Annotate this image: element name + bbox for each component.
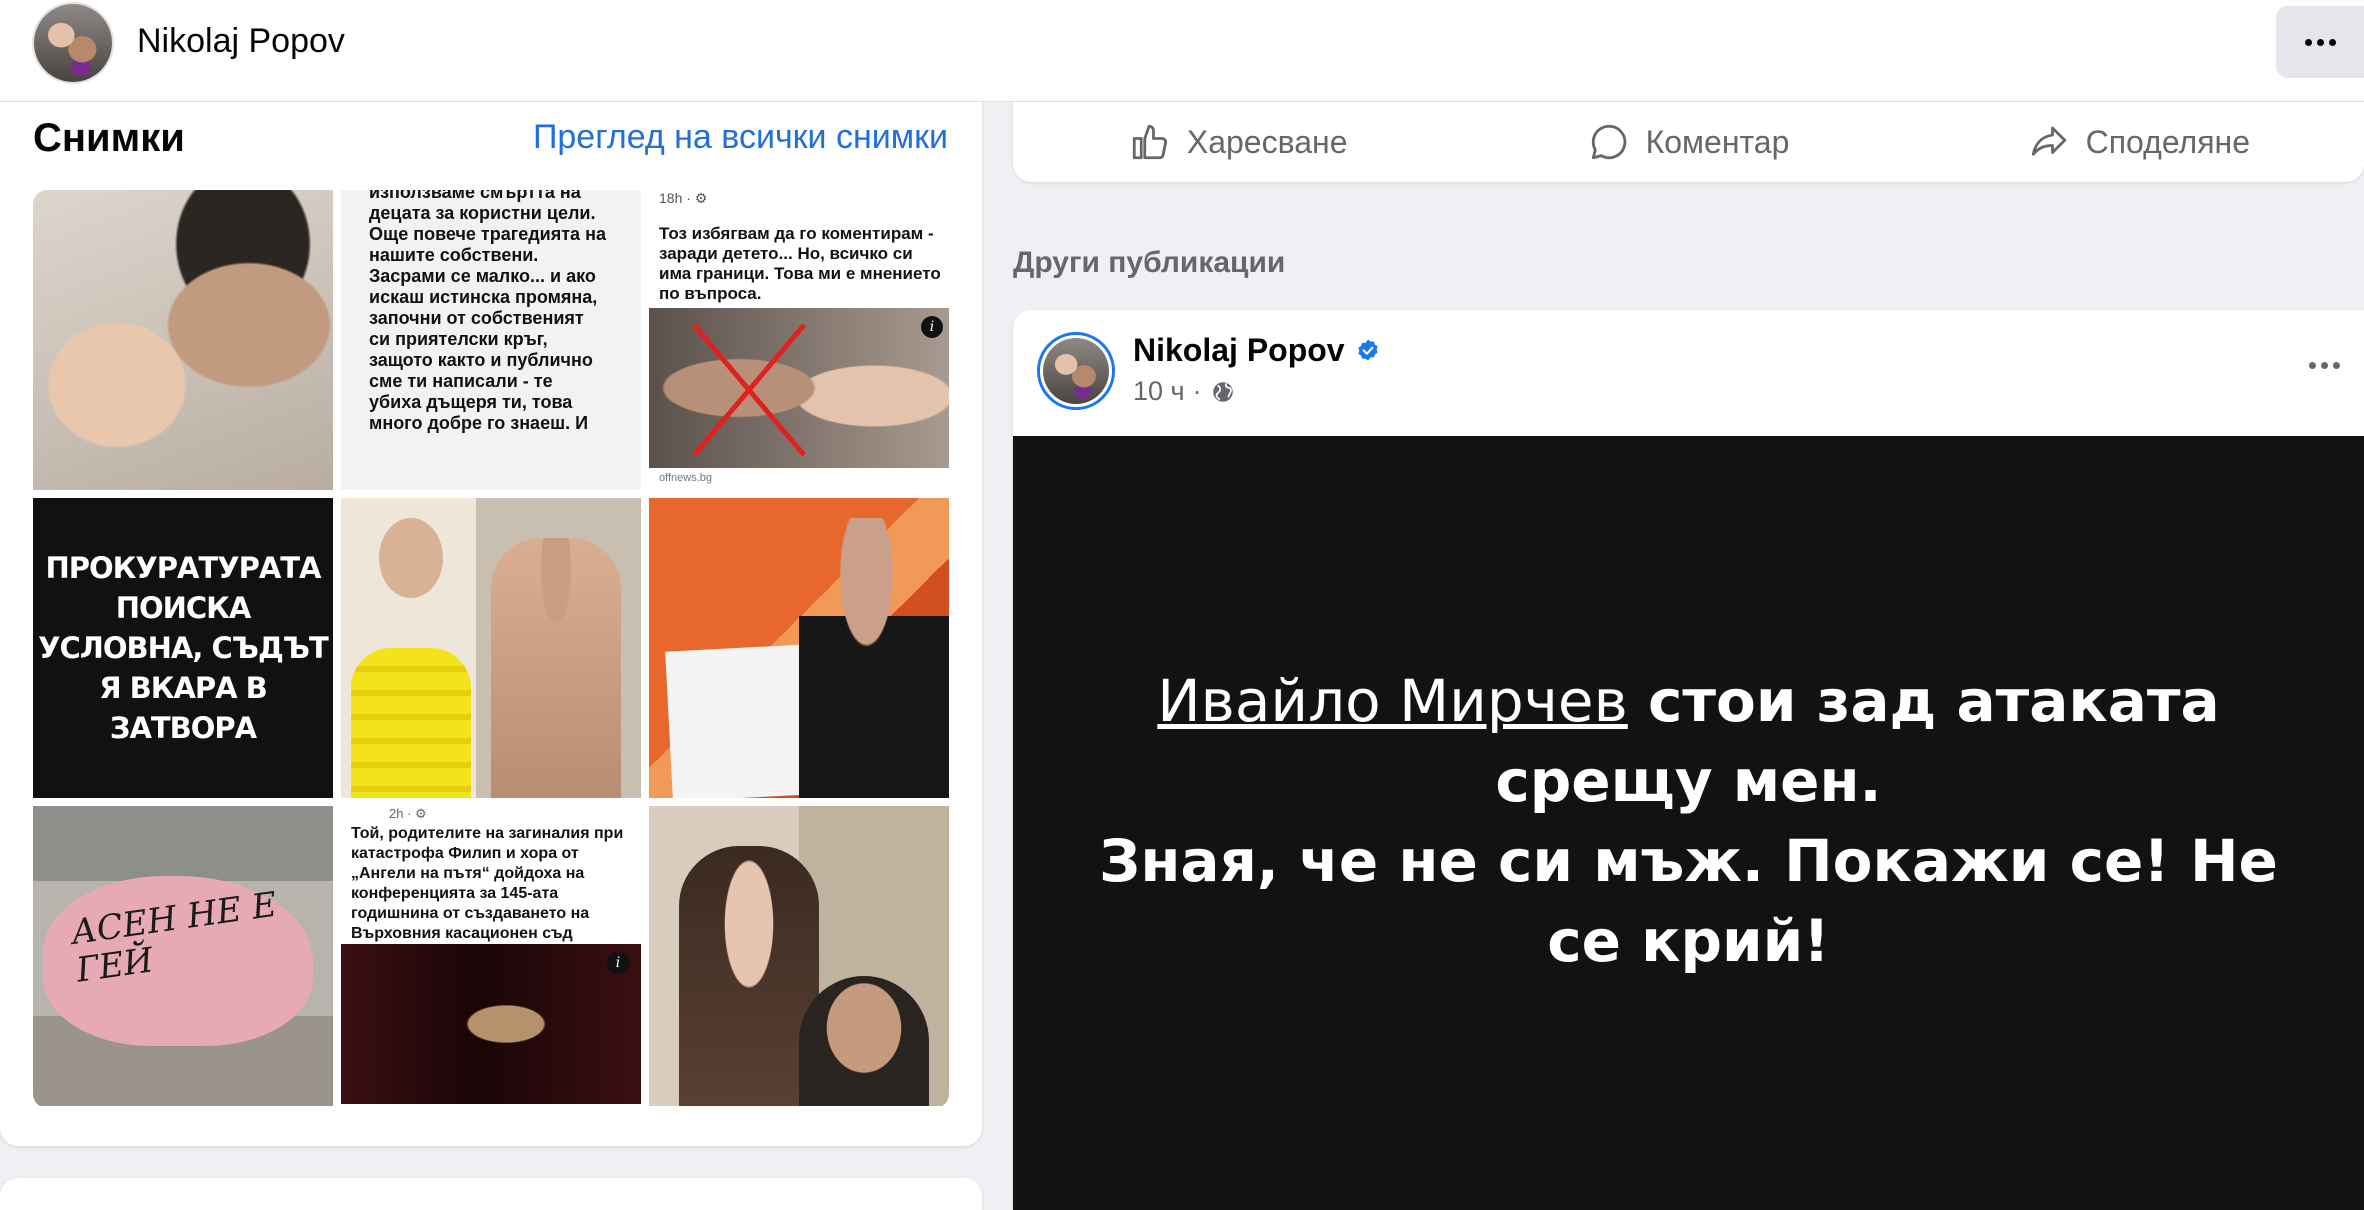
share-button[interactable]: Споделяне [1914,102,2364,182]
more-options-button[interactable] [2276,6,2364,78]
post-line-2: Зная, че не си мъж. Покажи се! Не се кри… [1099,827,2278,975]
see-all-photos-link[interactable]: Преглед на всички снимки [533,118,948,157]
more-horizontal-icon [2309,362,2340,369]
post-author: Nikolaj Popov [1133,332,1381,369]
more-horizontal-icon [2304,38,2336,46]
photo-source: offnews.bg [659,472,713,484]
photo-thumbnail[interactable]: АСЕН НЕ Е ГЕЙ [33,806,333,1106]
post-card: Nikolaj Popov 10 ч · Ивайло Мирчев стои … [1013,310,2364,1210]
globe-icon [1212,381,1233,402]
post-options-button[interactable] [2309,362,2340,369]
post-time[interactable]: 10 ч [1133,376,1185,407]
other-posts-label: Други публикации [1013,246,1286,279]
post-text-image[interactable]: Ивайло Мирчев стои зад атаката срещу мен… [1013,436,2364,1210]
photo-thumbnail[interactable] [341,498,641,798]
post-message: Ивайло Мирчев стои зад атаката срещу мен… [1053,661,2324,981]
profile-name[interactable]: Nikolaj Popov [137,22,345,61]
post-author-name[interactable]: Nikolaj Popov [1133,332,1345,369]
post-author-avatar[interactable] [1037,332,1115,410]
post-actions-bar: Харесване Коментар Споделяне [1013,102,2364,182]
photos-card: Снимки Преглед на всички снимки използва… [0,102,982,1146]
photo-thumbnail[interactable] [649,806,949,1106]
comment-label: Коментар [1645,123,1790,160]
post-meta: 10 ч · [1133,376,1236,407]
share-label: Споделяне [2085,123,2251,160]
like-button[interactable]: Харесване [1013,102,1463,182]
photo-thumbnail[interactable] [649,498,949,798]
profile-avatar[interactable] [32,2,114,84]
photo-thumbnail[interactable]: 2h · ⚙ Той, родителите на загиналия при … [341,806,641,1106]
next-card [0,1178,982,1210]
verified-badge-icon [1357,339,1378,361]
mention-link[interactable]: Ивайло Мирчев [1157,667,1628,735]
photo-thumbnail[interactable]: използваме смъртта на децата за користни… [341,190,641,490]
info-icon: i [921,316,943,338]
photo-thumbnail[interactable]: ПРОКУРАТУРАТА ПОИСКА УСЛОВНА, СЪДЪТ Я ВК… [33,498,333,798]
photo-headline-text: ПРОКУРАТУРАТА ПОИСКА УСЛОВНА, СЪДЪТ Я ВК… [38,551,329,745]
comment-button[interactable]: Коментар [1463,102,1913,182]
photo-screenshot-header: 18h · ⚙ [659,190,708,206]
photo-screenshot-text: използваме смъртта на децата за користни… [369,190,606,433]
red-cross-mark [692,323,806,457]
photo-grid: използваме смъртта на децата за користни… [33,190,949,1108]
photo-thumbnail[interactable]: 18h · ⚙ Тоз избягвам да го коментирам - … [649,190,949,490]
like-label: Харесване [1186,123,1348,160]
comment-icon [1591,124,1626,160]
photo-screenshot-text: Тоз избягвам да го коментирам - заради д… [659,224,941,303]
profile-header: Nikolaj Popov [0,0,2364,102]
meta-separator: · [1192,376,1202,406]
photos-title: Снимки [33,116,185,160]
info-icon: i [607,952,629,974]
thumbs-up-icon [1132,124,1167,160]
share-icon [2031,126,2066,156]
photo-thumbnail[interactable] [33,190,333,490]
photo-screenshot-text: Той, родителите на загиналия при катастр… [351,825,624,942]
photo-screenshot-header: 2h · ⚙ [389,806,427,821]
